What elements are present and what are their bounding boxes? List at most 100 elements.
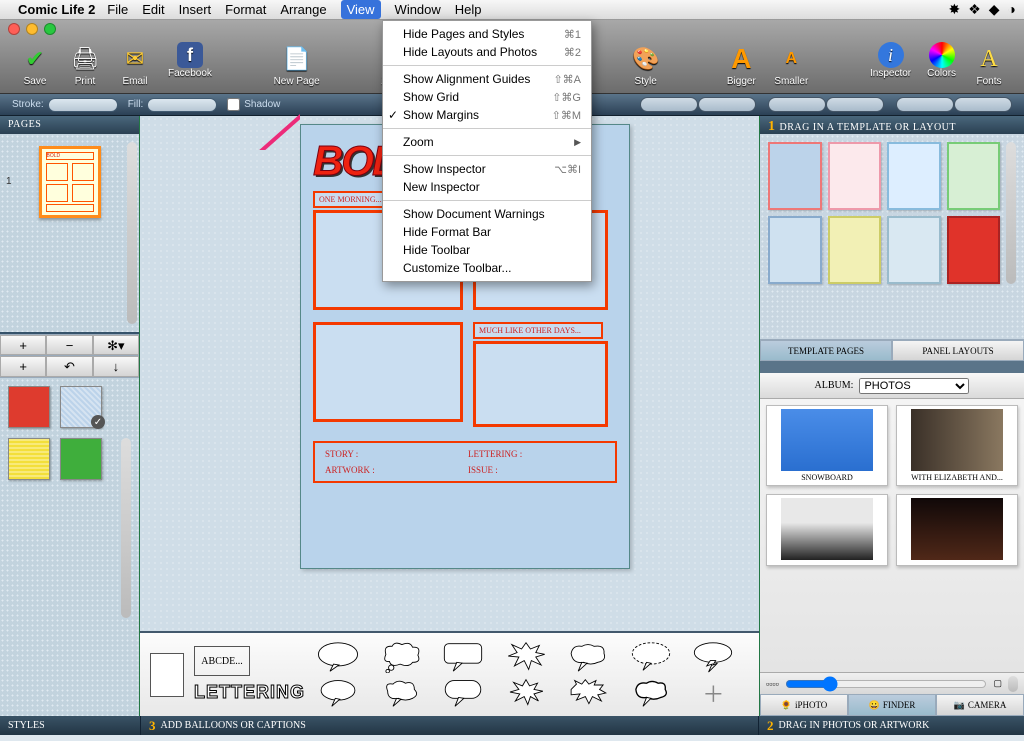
template-thumb-3[interactable]: [887, 142, 941, 210]
balloon-whisper[interactable]: [628, 641, 674, 673]
format-pill-4[interactable]: [826, 97, 884, 112]
balloon-cloud[interactable]: [378, 677, 424, 709]
menuitem-show-margins[interactable]: Show Margins⇧⌘M: [383, 106, 591, 124]
format-pill-3[interactable]: [768, 97, 826, 112]
format-pill-6[interactable]: [954, 97, 1012, 112]
menu-help[interactable]: Help: [455, 2, 482, 17]
photos-scrollbar[interactable]: [1008, 676, 1018, 692]
smaller-button[interactable]: ASmaller: [774, 42, 808, 87]
style-button[interactable]: 🎨Style: [629, 42, 663, 87]
pages-scrollbar[interactable]: [127, 142, 137, 324]
balloon-wobble[interactable]: [565, 641, 611, 673]
balloon-rect[interactable]: [440, 641, 486, 673]
app-name[interactable]: Comic Life 2: [18, 2, 95, 17]
balloon-thought[interactable]: [378, 641, 424, 673]
format-pill-1[interactable]: [640, 97, 698, 112]
album-select[interactable]: PHOTOS: [859, 378, 969, 394]
template-thumb-4[interactable]: [947, 142, 1001, 210]
caption-box-2[interactable]: MUCH LIKE OTHER DAYS...: [473, 322, 603, 339]
status-icon-3[interactable]: ◆: [989, 1, 1000, 18]
window-zoom-button[interactable]: [44, 23, 56, 35]
balloon-spiky[interactable]: [565, 677, 611, 709]
style-swatch-blue[interactable]: [60, 386, 102, 428]
menuitem-show-inspector[interactable]: Show Inspector⌥⌘I: [383, 160, 591, 178]
bigger-button[interactable]: ABigger: [724, 42, 758, 87]
status-icon-4[interactable]: ◑: [1008, 1, 1016, 18]
caption-element[interactable]: ABCDE...: [194, 646, 250, 676]
add-style-button[interactable]: +: [0, 356, 46, 377]
template-thumb-8[interactable]: [947, 216, 1001, 284]
format-pill-5[interactable]: [896, 97, 954, 112]
balloon-oval-big[interactable]: [315, 641, 361, 673]
template-thumb-6[interactable]: [828, 216, 882, 284]
balloon-burst-2[interactable]: [503, 677, 549, 709]
menu-insert[interactable]: Insert: [179, 2, 212, 17]
tab-finder[interactable]: 😀FINDER: [848, 694, 936, 716]
shadow-checkbox[interactable]: [227, 98, 240, 111]
email-button[interactable]: ✉︎Email: [118, 42, 152, 87]
facebook-button[interactable]: fFacebook: [168, 42, 212, 87]
remove-page-button[interactable]: −: [46, 335, 92, 355]
template-thumb-1[interactable]: [768, 142, 822, 210]
menu-window[interactable]: Window: [395, 2, 441, 17]
balloon-rough[interactable]: [628, 677, 674, 709]
apply-style-button[interactable]: ↓: [93, 356, 139, 377]
balloon-bolt-tail[interactable]: [690, 641, 736, 673]
tab-iphoto[interactable]: 🌻iPHOTO: [760, 694, 848, 716]
menuitem-hide-format-bar[interactable]: Hide Format Bar: [383, 223, 591, 241]
template-thumb-7[interactable]: [887, 216, 941, 284]
menuitem-hide-layouts[interactable]: Hide Layouts and Photos⌘2: [383, 43, 591, 61]
print-button[interactable]: 🖨Print: [68, 42, 102, 87]
template-thumb-2[interactable]: [828, 142, 882, 210]
photo-thumb-1[interactable]: SNOWBOARD: [766, 405, 888, 486]
menu-view[interactable]: View: [341, 0, 381, 19]
menuitem-doc-warnings[interactable]: Show Document Warnings: [383, 205, 591, 223]
style-swatch-green[interactable]: [60, 438, 102, 480]
tab-panel-layouts[interactable]: PANEL LAYOUTS: [892, 340, 1024, 361]
balloon-small-oval[interactable]: [315, 677, 361, 709]
save-button[interactable]: ✔︎Save: [18, 42, 52, 87]
tab-camera[interactable]: 📷CAMERA: [936, 694, 1024, 716]
photo-thumb-3[interactable]: [766, 494, 888, 566]
lettering-element[interactable]: LETTERING: [194, 682, 305, 703]
page-element[interactable]: [150, 653, 184, 697]
add-page-button[interactable]: +: [0, 335, 46, 355]
tab-template-pages[interactable]: TEMPLATE PAGES: [760, 340, 892, 361]
fonts-button[interactable]: AFonts: [972, 42, 1006, 87]
menuitem-hide-toolbar[interactable]: Hide Toolbar: [383, 241, 591, 259]
menu-edit[interactable]: Edit: [142, 2, 164, 17]
style-swatch-yellow[interactable]: [8, 438, 50, 480]
balloon-burst[interactable]: [503, 641, 549, 673]
menuitem-customize-toolbar[interactable]: Customize Toolbar...: [383, 259, 591, 277]
fill-field[interactable]: [147, 98, 217, 112]
menuitem-show-grid[interactable]: Show Grid⇧⌘G: [383, 88, 591, 106]
status-icon-1[interactable]: ✸: [948, 1, 960, 18]
balloon-rect-round[interactable]: [440, 677, 486, 709]
stroke-field[interactable]: [48, 98, 118, 112]
photo-thumb-4[interactable]: [896, 494, 1018, 566]
menu-arrange[interactable]: Arrange: [280, 2, 326, 17]
newpage-button[interactable]: 📄New Page: [274, 42, 320, 87]
colors-button[interactable]: Colors: [927, 42, 956, 87]
menuitem-new-inspector[interactable]: New Inspector: [383, 178, 591, 196]
thumb-size-slider[interactable]: [785, 676, 988, 692]
page-options-button[interactable]: ✻▾: [93, 335, 139, 355]
format-pill-2[interactable]: [698, 97, 756, 112]
credits-box[interactable]: STORY : LETTERING : ARTWORK : ISSUE :: [313, 441, 617, 483]
panel-3[interactable]: [313, 322, 463, 422]
menuitem-hide-pages[interactable]: Hide Pages and Styles⌘1: [383, 25, 591, 43]
panel-4[interactable]: [473, 341, 608, 427]
style-swatch-red[interactable]: [8, 386, 50, 428]
window-minimize-button[interactable]: [26, 23, 38, 35]
window-close-button[interactable]: [8, 23, 20, 35]
menu-format[interactable]: Format: [225, 2, 266, 17]
menu-file[interactable]: File: [107, 2, 128, 17]
page-thumbnail[interactable]: BOLD: [39, 146, 101, 218]
photo-thumb-2[interactable]: WITH ELIZABETH AND...: [896, 405, 1018, 486]
inspector-button[interactable]: iInspector: [870, 42, 911, 87]
add-balloon-button[interactable]: ＋: [690, 677, 736, 709]
menuitem-zoom[interactable]: Zoom: [383, 133, 591, 151]
status-icon-2[interactable]: ❖: [968, 1, 981, 18]
template-thumb-5[interactable]: [768, 216, 822, 284]
templates-scrollbar[interactable]: [1006, 142, 1016, 284]
